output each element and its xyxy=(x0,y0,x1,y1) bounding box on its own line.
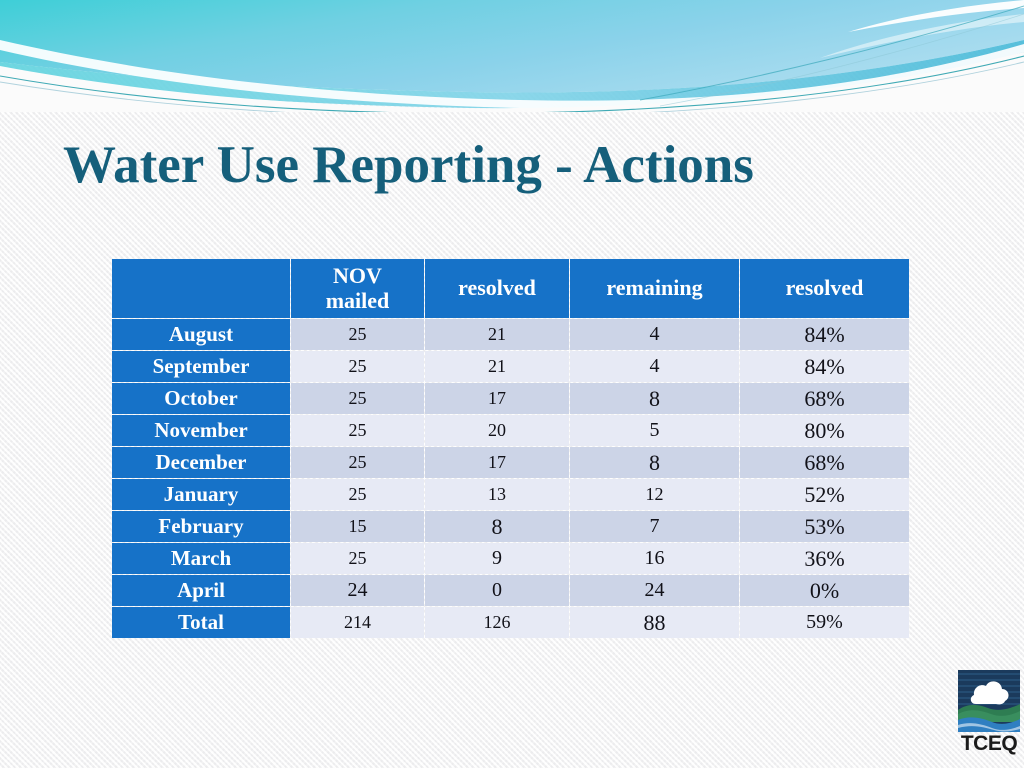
cell-remaining: 24 xyxy=(570,575,739,606)
cell-resolved: 21 xyxy=(425,319,569,350)
cell-remaining: 5 xyxy=(570,415,739,446)
table-row: September 25 21 4 84% xyxy=(112,351,909,382)
tceq-logo: TCEQ xyxy=(958,670,1020,760)
cell-nov-mailed: 25 xyxy=(291,447,424,478)
page-title: Water Use Reporting - Actions xyxy=(63,136,754,194)
water-use-reporting-actions-table: NOV mailed resolved remaining resolved A… xyxy=(111,258,910,639)
cell-resolved: 126 xyxy=(425,607,569,638)
cell-resolved: 9 xyxy=(425,543,569,574)
row-label-february: February xyxy=(112,511,290,542)
table-row: December 25 17 8 68% xyxy=(112,447,909,478)
table-row: Total 214 126 88 59% xyxy=(112,607,909,638)
table-row: March 25 9 16 36% xyxy=(112,543,909,574)
cell-nov-mailed: 24 xyxy=(291,575,424,606)
cell-remaining: 7 xyxy=(570,511,739,542)
cell-nov-mailed: 25 xyxy=(291,543,424,574)
cell-resolved-pct: 68% xyxy=(740,383,909,414)
cell-remaining: 8 xyxy=(570,383,739,414)
row-label-december: December xyxy=(112,447,290,478)
cell-resolved-pct: 68% xyxy=(740,447,909,478)
cell-remaining: 4 xyxy=(570,319,739,350)
cell-resolved: 20 xyxy=(425,415,569,446)
cell-resolved-pct: 59% xyxy=(740,607,909,638)
cell-remaining: 8 xyxy=(570,447,739,478)
cell-remaining: 12 xyxy=(570,479,739,510)
cell-remaining: 16 xyxy=(570,543,739,574)
row-label-total: Total xyxy=(112,607,290,638)
row-label-january: January xyxy=(112,479,290,510)
row-label-march: March xyxy=(112,543,290,574)
cell-remaining: 4 xyxy=(570,351,739,382)
table-header-row: NOV mailed resolved remaining resolved xyxy=(112,259,909,318)
row-label-april: April xyxy=(112,575,290,606)
table-row: August 25 21 4 84% xyxy=(112,319,909,350)
wave-banner xyxy=(0,0,1024,112)
cell-resolved: 21 xyxy=(425,351,569,382)
cell-resolved: 17 xyxy=(425,383,569,414)
cell-resolved-pct: 80% xyxy=(740,415,909,446)
column-header-nov-mailed-line1: NOV xyxy=(333,262,382,288)
table-row: April 24 0 24 0% xyxy=(112,575,909,606)
table-row: November 25 20 5 80% xyxy=(112,415,909,446)
table-container: NOV mailed resolved remaining resolved A… xyxy=(111,258,909,639)
row-label-october: October xyxy=(112,383,290,414)
table-row: February 15 8 7 53% xyxy=(112,511,909,542)
cell-nov-mailed: 25 xyxy=(291,479,424,510)
tceq-logo-mark xyxy=(958,670,1020,732)
cell-resolved-pct: 84% xyxy=(740,319,909,350)
cell-resolved-pct: 36% xyxy=(740,543,909,574)
cell-resolved: 17 xyxy=(425,447,569,478)
column-header-remaining: remaining xyxy=(570,259,739,318)
column-header-resolved: resolved xyxy=(425,259,569,318)
cell-nov-mailed: 214 xyxy=(291,607,424,638)
tceq-wordmark: TCEQ xyxy=(960,732,1018,755)
table-row: January 25 13 12 52% xyxy=(112,479,909,510)
column-header-resolved-pct: resolved xyxy=(740,259,909,318)
row-label-november: November xyxy=(112,415,290,446)
row-label-august: August xyxy=(112,319,290,350)
cell-nov-mailed: 25 xyxy=(291,351,424,382)
cell-resolved-pct: 84% xyxy=(740,351,909,382)
cell-resolved-pct: 53% xyxy=(740,511,909,542)
table-header: NOV mailed resolved remaining resolved xyxy=(112,259,909,318)
cell-nov-mailed: 25 xyxy=(291,415,424,446)
column-header-nov-mailed: NOV mailed xyxy=(291,259,424,318)
cell-remaining: 88 xyxy=(570,607,739,638)
column-header-nov-mailed-line2: mailed xyxy=(325,287,390,313)
cell-nov-mailed: 15 xyxy=(291,511,424,542)
row-label-september: September xyxy=(112,351,290,382)
cell-nov-mailed: 25 xyxy=(291,319,424,350)
cell-nov-mailed: 25 xyxy=(291,383,424,414)
cell-resolved: 13 xyxy=(425,479,569,510)
cell-resolved-pct: 0% xyxy=(740,575,909,606)
column-header-month xyxy=(112,259,290,318)
table-body: August 25 21 4 84% September 25 21 4 84%… xyxy=(112,319,909,638)
cell-resolved-pct: 52% xyxy=(740,479,909,510)
table-row: October 25 17 8 68% xyxy=(112,383,909,414)
cell-resolved: 0 xyxy=(425,575,569,606)
cell-resolved: 8 xyxy=(425,511,569,542)
